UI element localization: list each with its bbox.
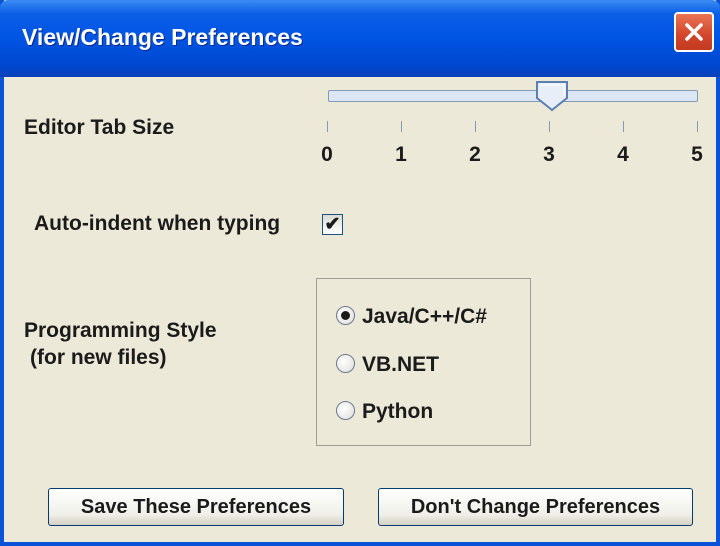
tick-mark	[475, 121, 476, 132]
radio-java[interactable]	[336, 306, 355, 325]
auto-indent-checkbox[interactable]: ✔	[322, 214, 343, 235]
radio-vbnet-label[interactable]: VB.NET	[362, 353, 439, 377]
tick-label: 2	[469, 143, 481, 166]
check-mark-icon: ✔	[324, 214, 341, 235]
programming-style-sublabel: (for new files)	[30, 346, 167, 369]
programming-style-label: Programming Style	[24, 319, 217, 342]
radio-python[interactable]	[336, 401, 355, 420]
dont-change-preferences-button[interactable]: Don't Change Preferences	[378, 488, 693, 526]
preferences-dialog: View/Change Preferences	[0, 0, 720, 546]
tick-mark	[549, 121, 550, 132]
tab-size-slider-track[interactable]	[328, 90, 698, 102]
tick-mark	[327, 121, 328, 132]
tick-mark	[623, 121, 624, 132]
radio-python-label[interactable]: Python	[362, 400, 433, 424]
tick-mark	[697, 121, 698, 132]
tick-mark	[401, 121, 402, 132]
tick-label: 3	[543, 143, 555, 166]
window-title: View/Change Preferences	[22, 24, 303, 50]
tick-label: 1	[395, 143, 407, 166]
radio-java-label[interactable]: Java/C++/C#	[362, 305, 487, 329]
radio-selected-dot	[341, 311, 350, 320]
tick-label: 4	[617, 143, 629, 166]
tick-label: 0	[321, 143, 333, 166]
tab-size-label: Editor Tab Size	[24, 116, 175, 139]
tab-size-slider-thumb[interactable]	[535, 80, 569, 112]
radio-vbnet[interactable]	[336, 354, 355, 373]
close-button[interactable]	[674, 12, 714, 52]
tick-label: 5	[691, 143, 703, 166]
close-icon	[685, 23, 703, 41]
auto-indent-label: Auto-indent when typing	[34, 212, 281, 235]
title-bar[interactable]: View/Change Preferences	[0, 0, 720, 77]
save-preferences-button[interactable]: Save These Preferences	[48, 488, 344, 526]
